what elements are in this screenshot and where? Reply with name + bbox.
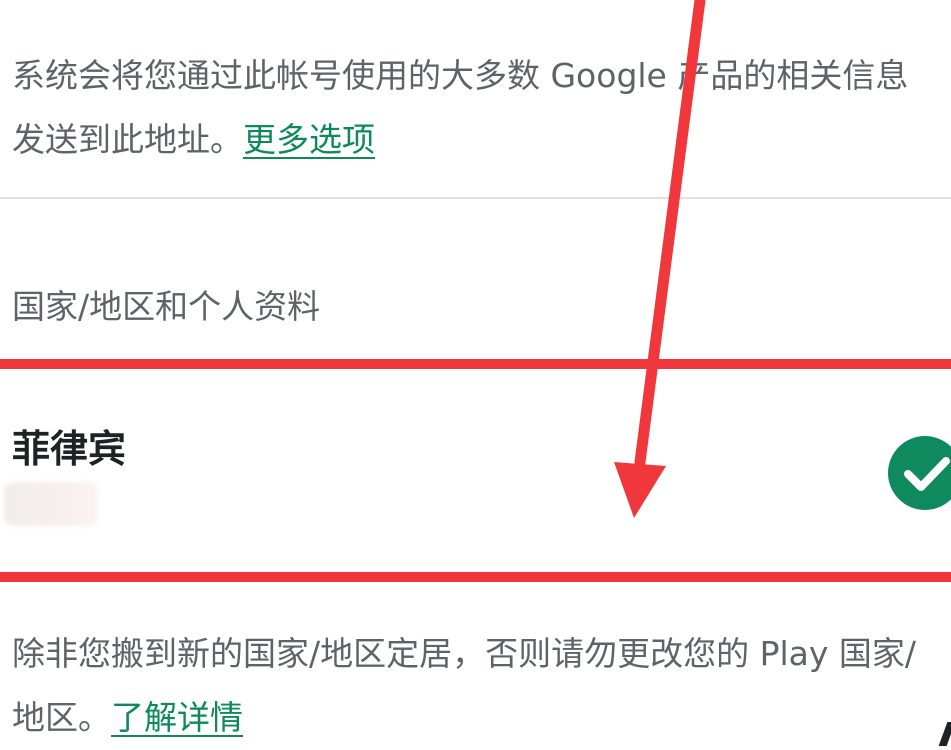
learn-more-link[interactable]: 了解详情 xyxy=(111,698,243,737)
country-option-philippines[interactable]: 菲律宾 xyxy=(0,372,951,572)
country-profile-heading: 国家/地区和个人资料 xyxy=(12,287,321,326)
email-info-paragraph: 系统会将您通过此帐号使用的大多数 Google 产品的相关信息发送到此地址。更多… xyxy=(12,44,933,172)
email-info-text: 系统会将您通过此帐号使用的大多数 Google 产品的相关信息发送到此地址。 xyxy=(12,56,909,159)
highlight-box-top-edge xyxy=(0,359,951,369)
country-name-label: 菲律宾 xyxy=(12,427,127,471)
more-options-link[interactable]: 更多选项 xyxy=(243,120,375,159)
blurred-profile-detail xyxy=(4,482,98,526)
highlight-box-bottom-edge xyxy=(0,572,951,582)
play-country-notice: 除非您搬到新的国家/地区定居，否则请勿更改您的 Play 国家/地区。了解详情 xyxy=(12,622,933,750)
section-divider xyxy=(0,197,951,199)
check-circle-icon xyxy=(888,436,951,510)
cropped-edge-mark xyxy=(938,722,951,746)
